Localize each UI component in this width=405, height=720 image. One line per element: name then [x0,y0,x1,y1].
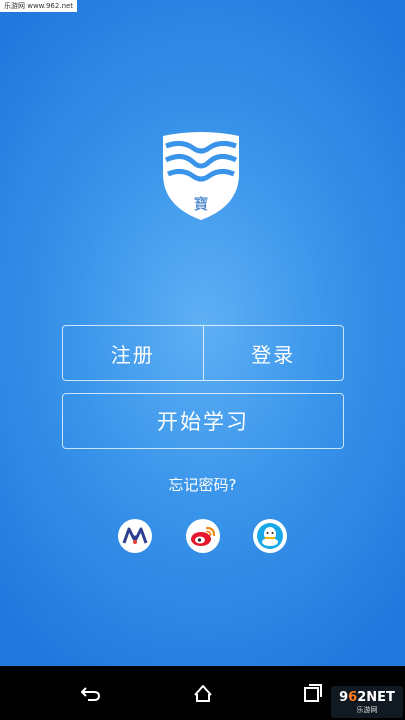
nav-back-button[interactable] [76,678,106,708]
watermark-bottom-right: 962NET 乐游网 [331,686,403,718]
shield-logo-icon: 寶 [163,132,239,220]
auth-button-group: 注册 登录 [62,325,344,381]
register-button[interactable]: 注册 [63,326,203,380]
watermark-top: 乐游网 www.962.net [0,0,78,12]
watermark-sub-text: 乐游网 [356,705,378,714]
nav-home-button[interactable] [188,678,218,708]
weixin-login-button[interactable] [118,519,152,553]
home-icon [194,685,212,702]
start-learning-button[interactable]: 开始学习 [62,393,344,449]
weibo-login-button[interactable] [186,519,220,553]
watermark-logo-text: 962NET [339,689,395,705]
nav-recent-button[interactable] [298,678,328,708]
recent-apps-icon [304,684,322,702]
forgot-password-link[interactable]: 忘记密码? [0,474,405,495]
qq-login-button[interactable] [253,519,287,553]
login-button[interactable]: 登录 [202,326,344,380]
qq-icon [257,523,283,549]
svg-text:寶: 寶 [193,195,208,213]
back-icon [81,687,101,701]
weixin-like-icon [122,527,148,544]
weibo-icon [191,526,216,546]
shield-logo: 寶 [160,130,242,222]
